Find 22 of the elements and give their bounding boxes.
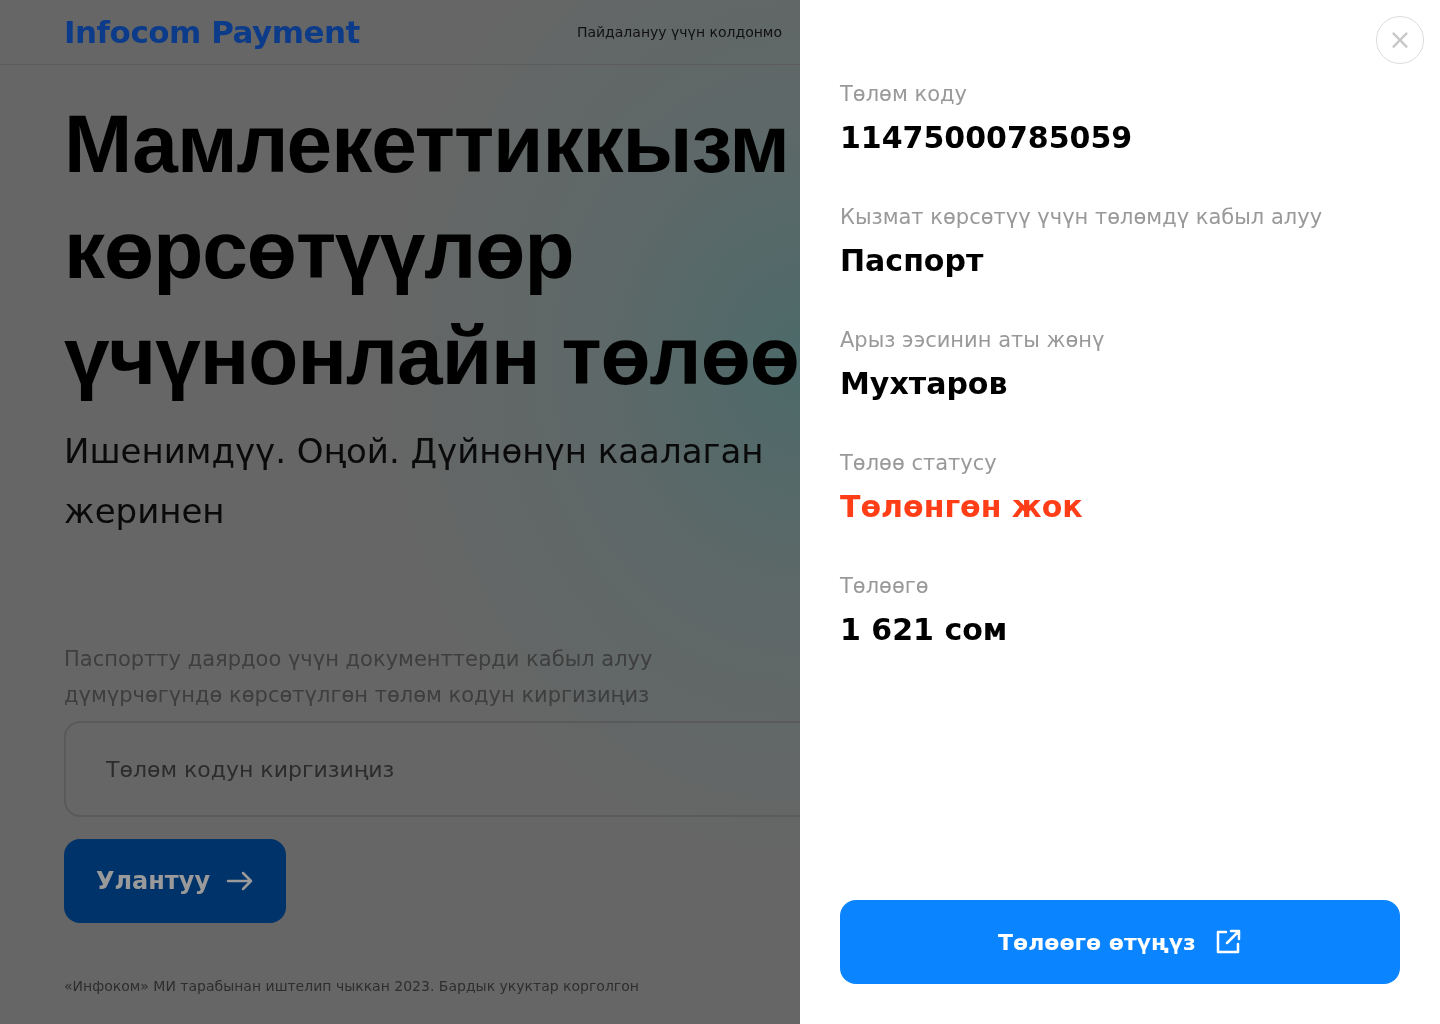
field-label: Төлөм коду	[840, 82, 968, 106]
field-value: 1 621 сом	[840, 612, 1009, 647]
continue-button[interactable]: Улантуу	[64, 839, 286, 923]
hero-title: көрсөтүүлөр	[64, 203, 574, 297]
hero-subtitle: Ишенимдүү. Оңой. Дүйнөнүн каалаган жеринен	[64, 430, 765, 533]
copyright-text: «Инфоком» МИ тарабынан иштелип чыккан 2023. Бардык укуктар корголгон	[64, 978, 640, 994]
field-label: Төлөөгө	[840, 574, 930, 598]
user-guide-link[interactable]: Пайдалануу үчүн колдонмо	[576, 24, 782, 40]
close-button[interactable]: ×	[1376, 16, 1424, 64]
pay-button[interactable]: Төлөөгө өтүңүз	[840, 900, 1400, 984]
field-label: Арыз ээсинин аты жөнү	[840, 328, 1106, 352]
field-value: Паспорт	[840, 243, 985, 278]
hero-title: үчүнонлайн төлөө	[64, 309, 799, 403]
field-label: Төлөө статусу	[840, 451, 998, 475]
field-label: Кызмат көрсөтүү үчүн төлөмдү кабыл алуу	[840, 205, 1324, 229]
field-value: Төлөнгөн жок	[840, 489, 1084, 524]
field-value: 11475000785059	[840, 120, 1134, 155]
hero-title: Мамлекеттиккызм	[64, 97, 789, 191]
arrow-right-icon	[226, 871, 255, 891]
logo[interactable]: Infocom Payment	[64, 14, 360, 50]
payment-code-field[interactable]: Төлөм кодун киргизиңиз	[64, 721, 800, 817]
field-value: Мухтаров	[840, 366, 1009, 401]
